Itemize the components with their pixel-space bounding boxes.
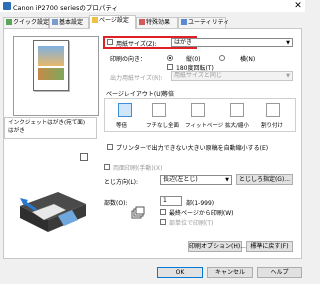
collate-checkbox[interactable] — [160, 219, 166, 225]
collate-label: 部単位で印刷(T) — [169, 220, 214, 227]
duplex-label: 両面印刷(手動)(X) — [113, 165, 163, 172]
auto-reduce-label: プリンターで出力できない大きい原稿を自動縮小する(E) — [116, 145, 269, 152]
media-info: インクジェットはがき(宛て面) はがき — [4, 117, 97, 139]
layout-page-layout-label: 割り付け — [261, 123, 284, 129]
layout-normal-icon[interactable] — [118, 103, 132, 117]
rotate-180-checkbox[interactable] — [167, 64, 173, 70]
layout-scaled-label: 拡大/縮小 — [225, 123, 249, 129]
media-type-text: インクジェットはがき(宛て面) — [8, 120, 86, 126]
chevron-down-icon: ▼ — [286, 73, 290, 79]
effects-icon — [139, 19, 145, 25]
copies-label: 部数(O): — [104, 200, 128, 207]
tab-main[interactable]: 基本設定 — [49, 17, 89, 28]
tab-label: クイック設定 — [13, 19, 50, 26]
output-size-value: 用紙サイズと同じ — [174, 72, 222, 79]
ok-button[interactable]: OK — [157, 267, 203, 278]
preview-image — [38, 46, 64, 66]
page-layout-label: ページレイアウト(U): — [106, 91, 165, 98]
portrait-radio[interactable] — [167, 55, 173, 61]
layout-fit-page-icon[interactable] — [191, 103, 205, 117]
page-setup-icon — [92, 17, 98, 23]
quick-setup-icon — [6, 19, 12, 25]
tab-quick-setup[interactable]: クイック設定 — [3, 17, 49, 28]
paper-size-label: 用紙サイズ(Z): — [116, 41, 157, 48]
layout-scaled-icon[interactable] — [230, 103, 244, 117]
layout-borderless-label: フチなし全面 — [146, 123, 180, 129]
layout-page-layout-icon[interactable] — [266, 103, 280, 117]
landscape-radio[interactable] — [219, 55, 225, 61]
output-size-select[interactable]: 用紙サイズと同じ ▼ — [171, 71, 293, 81]
portrait-label: 縦(0) — [186, 56, 201, 63]
tab-page-setup[interactable]: ページ設定 — [89, 15, 136, 29]
chevron-down-icon: ▼ — [225, 177, 229, 183]
paper-size-select[interactable]: はがき ▼ — [171, 38, 293, 47]
window-title: Canon iP2700 seriesのプロパティ — [13, 4, 118, 12]
reverse-order-label: 最終ページから印刷(W) — [169, 210, 234, 217]
preview-settings-checkbox[interactable] — [80, 153, 88, 161]
layout-borderless-icon[interactable] — [152, 103, 166, 117]
tab-effects[interactable]: 特殊効果 — [136, 17, 178, 28]
main-icon — [52, 19, 58, 25]
copies-icon — [131, 206, 145, 219]
tab-bar: クイック設定 基本設定 ページ設定 特殊効果 ユーティリティ — [3, 14, 302, 29]
chevron-down-icon: ▼ — [286, 40, 290, 46]
paper-size-value: はがき — [174, 39, 193, 46]
title-bar: Canon iP2700 seriesのプロパティ ✕ — [0, 0, 305, 12]
orientation-label: 印刷の向き： — [110, 56, 147, 63]
reverse-order-checkbox[interactable] — [160, 209, 166, 215]
auto-reduce-checkbox[interactable] — [107, 144, 113, 150]
printer-app-icon — [3, 2, 11, 10]
output-size-label: 出力用紙サイズ(R): — [110, 75, 163, 82]
paper-size-icon — [107, 39, 113, 45]
preview-image-lower — [38, 68, 64, 80]
layout-fit-page-label: フィットページ — [185, 123, 224, 129]
defaults-button[interactable]: 標準に戻す(F) — [246, 241, 293, 252]
print-options-button[interactable]: 印刷オプション(H)... — [188, 241, 246, 252]
binding-label: とじ方向(L): — [104, 179, 139, 186]
tab-label: 基本設定 — [59, 19, 84, 26]
binding-select[interactable]: 長辺(左とじ) ▼ — [160, 175, 232, 185]
margin-button[interactable]: とじしろ指定(G)... — [236, 174, 293, 185]
copies-spinner[interactable]: 1 — [160, 196, 182, 206]
copies-range-label: 部(1-999) — [186, 200, 215, 207]
duplex-checkbox[interactable] — [104, 164, 110, 170]
media-size-text: はがき — [8, 128, 25, 134]
layout-normal-label: 等倍 — [116, 123, 128, 129]
maintenance-icon — [181, 19, 187, 25]
tab-label: 特殊効果 — [146, 19, 171, 26]
tab-maintenance[interactable]: ユーティリティ — [178, 17, 230, 28]
tab-label: ユーティリティ — [188, 19, 230, 26]
printer-illustration-icon — [20, 192, 86, 232]
help-button[interactable]: ヘルプ — [257, 267, 302, 278]
cancel-button[interactable]: キャンセル — [207, 267, 253, 278]
landscape-label: 横(N) — [240, 56, 256, 63]
close-button[interactable]: ✕ — [291, 0, 305, 12]
binding-value: 長辺(左とじ) — [163, 176, 198, 183]
tab-label: ページ設定 — [99, 17, 129, 24]
page-layout-value: 等倍 — [162, 91, 175, 98]
